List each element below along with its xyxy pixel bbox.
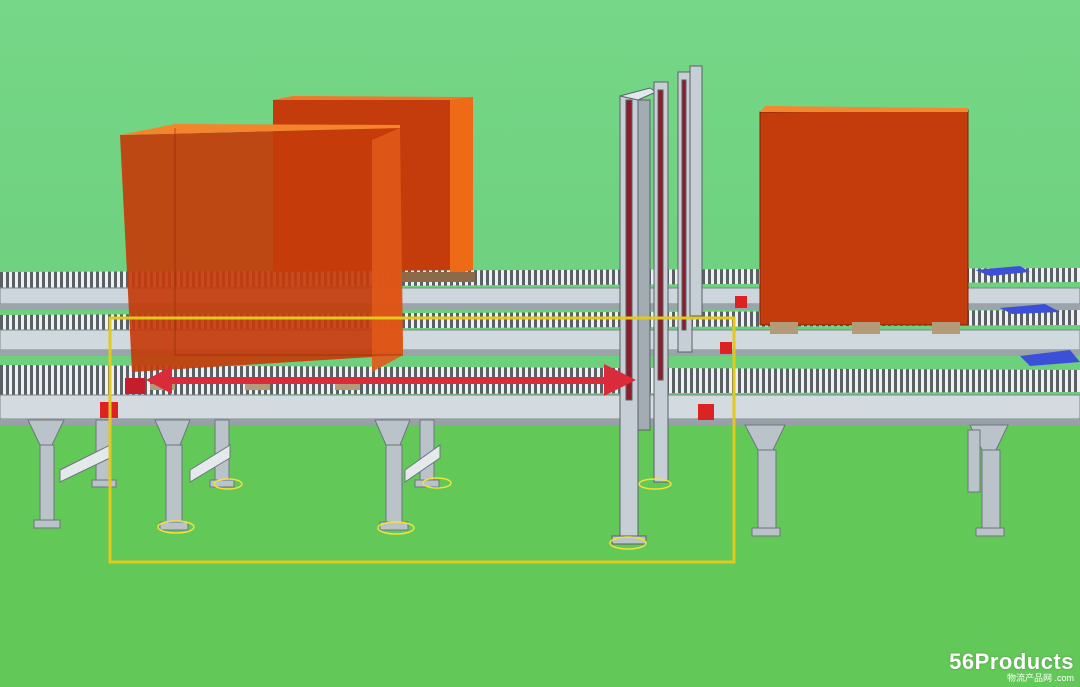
watermark: 56Products 物流产品网 .com bbox=[949, 651, 1074, 683]
watermark-logo-text: 56Products bbox=[949, 649, 1074, 674]
watermark-subtext: 物流产品网 .com bbox=[1006, 673, 1074, 683]
pallet-load-right bbox=[759, 106, 969, 334]
pallet-load-front bbox=[120, 124, 403, 390]
ground-plane bbox=[0, 400, 1080, 687]
conveyor-simulation-scene bbox=[0, 0, 1080, 687]
